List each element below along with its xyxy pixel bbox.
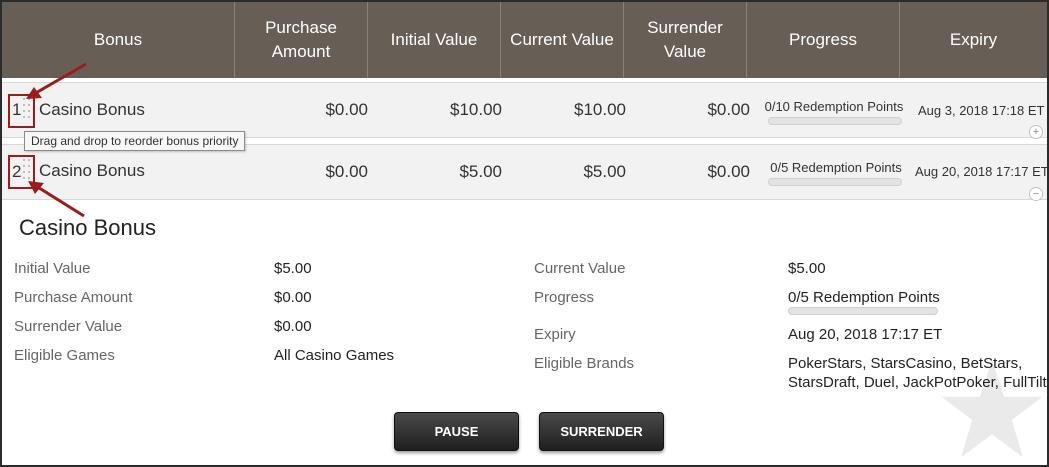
bonus-panel: Bonus Purchase Amount Initial Value Curr… bbox=[0, 0, 1049, 467]
header-initial-value[interactable]: Initial Value bbox=[368, 2, 501, 78]
surrender-value: $0.00 bbox=[707, 100, 750, 119]
value-eligible-games: All Casino Games bbox=[274, 347, 395, 364]
table-row[interactable]: 1 Casino Bonus $0.00 $10.00 $10.00 $0.00… bbox=[2, 82, 1047, 139]
surrender-value: $0.00 bbox=[707, 162, 750, 181]
drag-tooltip: Drag and drop to reorder bonus priority bbox=[24, 131, 246, 151]
header-purchase-amount[interactable]: Purchase Amount bbox=[235, 2, 368, 78]
pause-button[interactable]: PAUSE bbox=[394, 412, 519, 451]
header-progress[interactable]: Progress bbox=[747, 2, 900, 78]
annotation-arrow-icon bbox=[26, 62, 87, 99]
current-value: $10.00 bbox=[574, 100, 626, 119]
value-expiry: Aug 20, 2018 17:17 ET bbox=[788, 326, 943, 343]
value-progress: 0/5 Redemption Points bbox=[788, 289, 940, 306]
collapse-icon[interactable]: − bbox=[1029, 187, 1043, 201]
value-purchase-amount: $0.00 bbox=[274, 289, 312, 306]
header-purchase-amount-label: Purchase Amount bbox=[265, 18, 337, 61]
label-progress: Progress bbox=[534, 289, 595, 306]
initial-value: $5.00 bbox=[459, 162, 502, 181]
bonus-priority-number: 1 bbox=[12, 100, 22, 119]
table-row[interactable]: 2 Casino Bonus $0.00 $5.00 $5.00 $0.00 0… bbox=[2, 144, 1049, 201]
label-eligible-brands: Eligible Brands bbox=[534, 355, 635, 372]
surrender-button[interactable]: SURRENDER bbox=[539, 412, 664, 451]
value-current-value: $5.00 bbox=[788, 260, 826, 277]
purchase-amount: $0.00 bbox=[325, 162, 368, 181]
header-current-value[interactable]: Current Value bbox=[501, 2, 624, 78]
purchase-amount: $0.00 bbox=[325, 100, 368, 119]
value-surrender-value: $0.00 bbox=[274, 318, 312, 335]
label-current-value: Current Value bbox=[534, 260, 626, 277]
expiry-date: Aug 20, 2018 17:17 ET bbox=[915, 164, 1049, 179]
header-surrender-value[interactable]: Surrender Value bbox=[624, 2, 747, 78]
progress-label: 0/5 Redemption Points bbox=[770, 160, 902, 175]
current-value: $5.00 bbox=[583, 162, 626, 181]
bonus-name: Casino Bonus bbox=[39, 100, 145, 119]
label-initial-value: Initial Value bbox=[14, 260, 91, 277]
detail-progress-bar bbox=[788, 307, 938, 315]
star-logo-icon bbox=[941, 360, 1043, 458]
expiry-date: Aug 3, 2018 17:18 ET bbox=[918, 103, 1045, 118]
expand-icon[interactable]: + bbox=[1029, 125, 1043, 139]
label-expiry: Expiry bbox=[534, 326, 576, 343]
label-surrender-value: Surrender Value bbox=[14, 318, 123, 335]
header-expiry[interactable]: Expiry bbox=[900, 2, 1047, 78]
table-header: Bonus Purchase Amount Initial Value Curr… bbox=[2, 2, 1047, 78]
progress-bar bbox=[768, 117, 902, 125]
progress-bar bbox=[768, 178, 902, 186]
value-initial-value: $5.00 bbox=[274, 260, 312, 277]
progress-label: 0/10 Redemption Points bbox=[764, 99, 904, 114]
label-eligible-games: Eligible Games bbox=[14, 347, 115, 364]
annotation-arrow-icon bbox=[28, 181, 85, 218]
bonus-priority-number: 2 bbox=[12, 162, 22, 181]
label-purchase-amount: Purchase Amount bbox=[14, 289, 133, 306]
initial-value: $10.00 bbox=[450, 100, 502, 119]
